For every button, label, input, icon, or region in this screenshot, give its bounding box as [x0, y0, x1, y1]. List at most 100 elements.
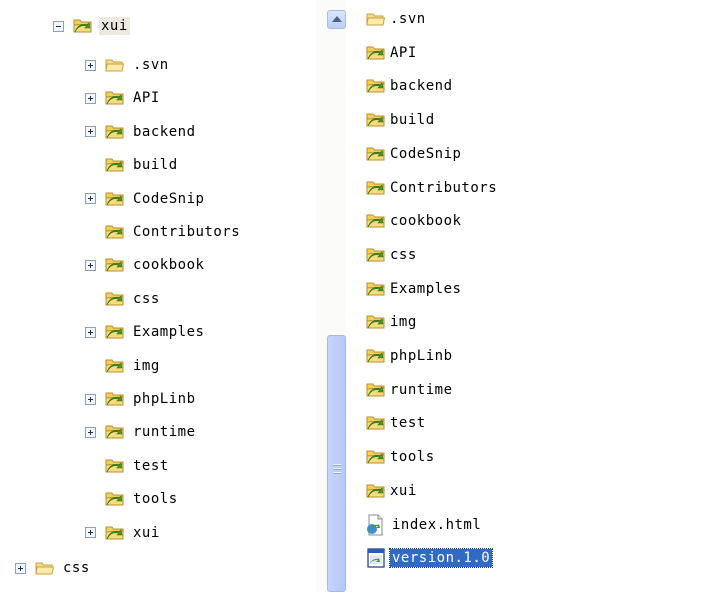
- tree-item-label[interactable]: cookbook: [131, 256, 206, 274]
- tree-item-label[interactable]: xui: [131, 524, 162, 542]
- file-list-item-label[interactable]: tools: [388, 448, 437, 466]
- file-list-item[interactable]: backend: [366, 71, 455, 101]
- expand-icon[interactable]: [85, 527, 96, 539]
- tree-item-label[interactable]: API: [131, 89, 162, 107]
- tree-item[interactable]: css: [85, 286, 162, 312]
- tree-item[interactable]: cookbook: [85, 252, 206, 278]
- expand-icon[interactable]: [85, 326, 96, 338]
- tree-item-label[interactable]: test: [131, 457, 171, 475]
- folder-icon: [366, 348, 386, 364]
- file-list-item[interactable]: .svn: [366, 4, 428, 34]
- tree-item[interactable]: build: [85, 152, 180, 178]
- tree-item[interactable]: .svn: [85, 52, 171, 78]
- tree-item-label[interactable]: tools: [131, 490, 180, 508]
- folder-icon: [105, 324, 125, 340]
- file-list-item[interactable]: css: [366, 240, 419, 270]
- tree-item[interactable]: test: [85, 453, 171, 479]
- folder-icon: [366, 180, 386, 196]
- folder-icon: [366, 213, 386, 229]
- file-list-item-label[interactable]: Examples: [388, 280, 463, 298]
- tree-item[interactable]: css: [15, 555, 92, 581]
- file-list-item[interactable]: Examples: [366, 274, 463, 304]
- tree-item-label[interactable]: Contributors: [131, 223, 242, 241]
- tree-item-label[interactable]: phpLinb: [131, 390, 198, 408]
- expand-icon[interactable]: [85, 259, 96, 271]
- file-list-item-label[interactable]: build: [388, 111, 437, 129]
- tree-item-label[interactable]: runtime: [131, 423, 198, 441]
- file-list-item-label[interactable]: version.1.0: [388, 548, 494, 569]
- file-list-item[interactable]: runtime: [366, 375, 455, 405]
- file-list-item-label[interactable]: css: [388, 246, 419, 264]
- tree-item-label[interactable]: build: [131, 156, 180, 174]
- tree-item[interactable]: xui: [85, 520, 162, 546]
- file-list-item-label[interactable]: CodeSnip: [388, 145, 463, 163]
- file-list-item[interactable]: phpLinb: [366, 341, 455, 371]
- tree-item[interactable]: xui: [53, 13, 130, 39]
- folder-icon: [366, 281, 386, 297]
- tree-item[interactable]: backend: [85, 119, 198, 145]
- file-list-item-label[interactable]: img: [388, 313, 419, 331]
- tree-item[interactable]: CodeSnip: [85, 186, 206, 212]
- file-list-item-label[interactable]: test: [388, 414, 428, 432]
- file-list-item-label[interactable]: API: [388, 44, 419, 62]
- folder-open-icon: [35, 560, 55, 576]
- tree-item[interactable]: tools: [85, 486, 180, 512]
- file-list-item[interactable]: index.html: [366, 510, 483, 540]
- folder-icon: [105, 525, 125, 541]
- tree-item-label[interactable]: img: [131, 357, 162, 375]
- file-list-item[interactable]: CodeSnip: [366, 139, 463, 169]
- expand-icon[interactable]: [85, 126, 96, 138]
- tree-item-label[interactable]: css: [61, 559, 92, 577]
- expand-icon[interactable]: [85, 393, 96, 405]
- folder-tree[interactable]: xui .svn API backend build CodeSnip Contributo…: [0, 0, 316, 592]
- scroll-thumb[interactable]: [327, 335, 346, 592]
- file-list-item[interactable]: Contributors: [366, 173, 499, 203]
- tree-item[interactable]: img: [85, 353, 162, 379]
- file-list-item[interactable]: tools: [366, 442, 437, 472]
- expand-icon[interactable]: [85, 92, 96, 104]
- file-list-item-label[interactable]: .svn: [388, 10, 428, 28]
- file-list-item-label[interactable]: cookbook: [388, 212, 463, 230]
- expand-icon[interactable]: [85, 426, 96, 438]
- scroll-grip-icon: [333, 464, 341, 476]
- file-list-item-label[interactable]: backend: [388, 77, 455, 95]
- file-list-item[interactable]: API: [366, 38, 419, 68]
- folder-icon: [366, 146, 386, 162]
- tree-item[interactable]: phpLinb: [85, 386, 198, 412]
- file-list-item-label[interactable]: Contributors: [388, 179, 499, 197]
- scroll-up-arrow-icon[interactable]: [327, 10, 346, 29]
- tree-item-label[interactable]: .svn: [131, 56, 171, 74]
- tree-item-label[interactable]: backend: [131, 123, 198, 141]
- tree-item-label[interactable]: CodeSnip: [131, 190, 206, 208]
- tree-item[interactable]: Examples: [85, 319, 206, 345]
- expand-icon[interactable]: [85, 193, 96, 205]
- tree-item-label[interactable]: xui: [99, 17, 130, 35]
- file-list-item[interactable]: img: [366, 307, 419, 337]
- expand-icon[interactable]: [85, 59, 96, 71]
- tree-item-label[interactable]: Examples: [131, 323, 206, 341]
- tree-item[interactable]: runtime: [85, 419, 198, 445]
- file-list-item[interactable]: version.1.0: [366, 543, 494, 573]
- file-list-item-label[interactable]: phpLinb: [388, 347, 455, 365]
- file-list-item-label[interactable]: index.html: [390, 516, 483, 534]
- file-list-item[interactable]: build: [366, 105, 437, 135]
- file-list-item-label[interactable]: xui: [388, 482, 419, 500]
- tree-item[interactable]: d...l: [15, 588, 110, 592]
- collapse-icon[interactable]: [53, 20, 64, 32]
- folder-icon: [366, 415, 386, 431]
- vertical-scrollbar[interactable]: [316, 0, 346, 592]
- tree-item[interactable]: API: [85, 85, 162, 111]
- folder-icon: [105, 257, 125, 273]
- file-list[interactable]: .svn API backend build CodeSnip Contributors c…: [346, 0, 703, 592]
- expand-icon[interactable]: [15, 562, 26, 574]
- file-list-item[interactable]: cookbook: [366, 206, 463, 236]
- file-list-item[interactable]: test: [366, 408, 428, 438]
- tree-item-label[interactable]: css: [131, 290, 162, 308]
- folder-icon: [105, 491, 125, 507]
- tree-item[interactable]: Contributors: [85, 219, 242, 245]
- folder-icon: [366, 314, 386, 330]
- file-list-item[interactable]: xui: [366, 476, 419, 506]
- file-list-item-label[interactable]: runtime: [388, 381, 455, 399]
- folder-open-icon: [366, 11, 386, 27]
- folder-icon: [366, 483, 386, 499]
